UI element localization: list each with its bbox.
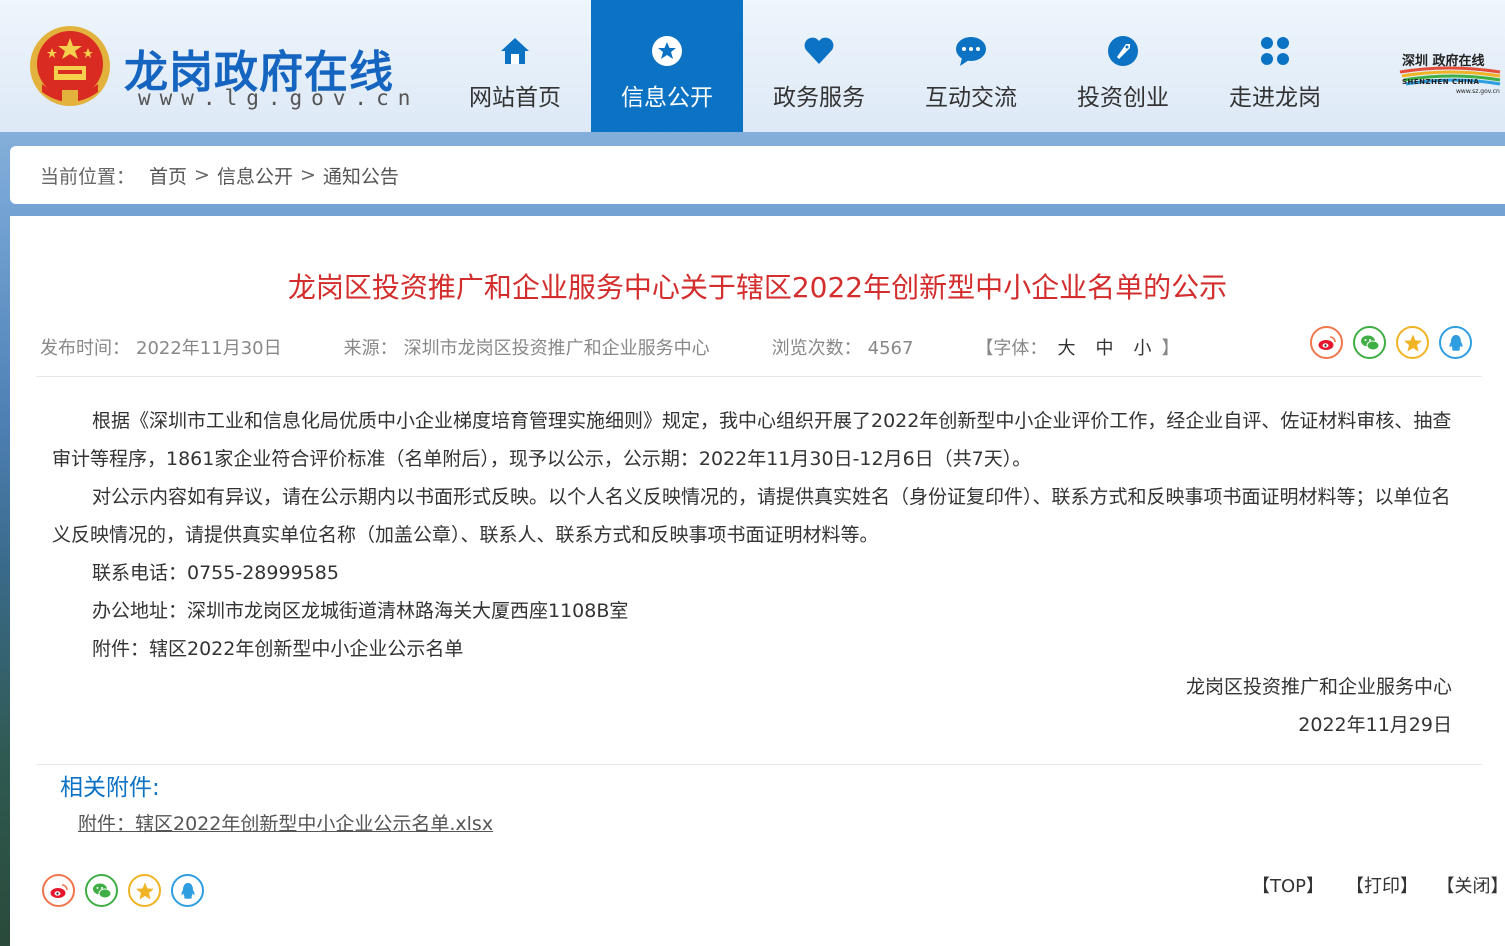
share-qq-button[interactable]	[171, 874, 204, 907]
signature-org: 龙岗区投资推广和企业服务中心	[1185, 676, 1452, 698]
rocket-icon	[1108, 36, 1138, 66]
star-icon	[135, 882, 154, 899]
main-nav: 网站首页 信息公开 政务服务 互动交流 投资创业 走进龙岗	[439, 0, 1351, 132]
breadcrumb: 当前位置： 首页 > 信息公开 > 通知公告	[10, 146, 1505, 204]
nav-item-investment[interactable]: 投资创业	[1047, 0, 1199, 132]
font-size-bracket: 】	[1161, 338, 1180, 359]
close-link[interactable]: 【关闭】	[1437, 872, 1505, 898]
nav-item-home[interactable]: 网站首页	[439, 0, 591, 132]
share-qq-button[interactable]	[1439, 326, 1472, 359]
nav-item-label: 互动交流	[925, 85, 1017, 111]
font-size-large[interactable]: 大	[1057, 338, 1075, 359]
shenzhen-logo-url: www.sz.gov.cn	[1456, 88, 1500, 95]
view-count-label: 浏览次数：	[771, 338, 862, 359]
view-count-value: 4567	[867, 338, 914, 359]
back-to-top-link[interactable]: 【TOP】	[1252, 872, 1324, 898]
attachment-note: 附件：辖区2022年创新型中小企业公示名单	[92, 638, 464, 660]
star-icon	[1403, 334, 1422, 351]
article-paragraph: 根据《深圳市工业和信息化局优质中小企业梯度培育管理实施细则》规定，我中心组织开展…	[52, 410, 1452, 470]
breadcrumb-prefix: 当前位置：	[40, 165, 136, 188]
attachments-heading: 相关附件:	[60, 775, 160, 801]
office-address: 办公地址：深圳市龙岗区龙城街道清林路海关大厦西座1108B室	[92, 600, 629, 622]
wechat-icon	[1360, 335, 1379, 350]
meta-divider	[36, 376, 1482, 377]
breadcrumb-link-notice[interactable]: 通知公告	[323, 162, 399, 189]
breadcrumb-separator: >	[194, 164, 210, 186]
content-divider	[36, 764, 1482, 765]
site-header: 龙岗政府在线 www.lg.gov.cn 网站首页 信息公开 政务服务 互动交流…	[0, 0, 1505, 132]
font-size-label: 【字体：	[975, 338, 1048, 359]
nav-item-about-longgang[interactable]: 走进龙岗	[1199, 0, 1351, 132]
contact-phone: 联系电话：0755-28999585	[92, 562, 339, 584]
shenzhen-logo-text: 深圳 政府在线	[1402, 54, 1485, 69]
grid-icon	[1261, 37, 1289, 65]
favorite-button[interactable]	[128, 874, 161, 907]
article-content: 根据《深圳市工业和信息化局优质中小企业梯度培育管理实施细则》规定，我中心组织开展…	[52, 402, 1452, 744]
share-weibo-button[interactable]	[1310, 326, 1343, 359]
nav-item-gov-service[interactable]: 政务服务	[743, 0, 895, 132]
font-size-medium[interactable]: 中	[1095, 338, 1113, 359]
weibo-icon	[50, 883, 68, 898]
qq-icon	[180, 882, 195, 899]
source-label: 来源：	[343, 338, 398, 359]
article-paragraph: 对公示内容如有异议，请在公示期内以书面形式反映。以个人名义反映情况的，请提供真实…	[52, 486, 1451, 546]
wechat-icon	[92, 883, 111, 898]
page-actions: 【TOP】 【打印】 【关闭】	[1230, 872, 1505, 898]
article-title: 龙岗区投资推广和企业服务中心关于辖区2022年创新型中小企业名单的公示	[287, 271, 1228, 304]
nav-item-label: 信息公开	[621, 85, 713, 111]
nav-item-label: 网站首页	[469, 85, 561, 111]
info-icon	[652, 36, 682, 66]
share-weibo-button[interactable]	[42, 874, 75, 907]
publish-time-value: 2022年11月30日	[136, 338, 282, 359]
nav-item-info-disclosure[interactable]: 信息公开	[591, 0, 743, 132]
print-link[interactable]: 【打印】	[1346, 872, 1418, 898]
font-size-small[interactable]: 小	[1133, 338, 1151, 359]
nav-item-label: 走进龙岗	[1229, 85, 1321, 111]
shenzhen-logo-subtext: SHENZHEN CHINA	[1402, 78, 1480, 86]
source-value: 深圳市龙岗区投资推广和企业服务中心	[403, 338, 710, 359]
signature-date: 2022年11月29日	[1298, 714, 1452, 736]
breadcrumb-link-info[interactable]: 信息公开	[217, 162, 293, 189]
heart-icon	[804, 37, 834, 64]
publish-time: 发布时间： 2022年11月30日	[40, 334, 282, 360]
share-bar-bottom	[42, 874, 204, 907]
article-meta: 发布时间： 2022年11月30日 来源： 深圳市龙岗区投资推广和企业服务中心 浏览…	[40, 334, 1179, 360]
nav-item-label: 投资创业	[1077, 85, 1169, 111]
nav-item-interaction[interactable]: 互动交流	[895, 0, 1047, 132]
article-panel: 龙岗区投资推广和企业服务中心关于辖区2022年创新型中小企业名单的公示 发布时间…	[10, 216, 1505, 946]
chat-icon	[956, 37, 986, 66]
national-emblem-icon[interactable]	[28, 24, 112, 108]
qq-icon	[1448, 334, 1463, 351]
share-wechat-button[interactable]	[85, 874, 118, 907]
breadcrumb-separator: >	[299, 164, 316, 186]
share-wechat-button[interactable]	[1353, 326, 1386, 359]
attachment-link-xlsx[interactable]: 附件：辖区2022年创新型中小企业公示名单.xlsx	[78, 809, 493, 836]
font-size-selector: 【字体： 大中小】	[975, 334, 1179, 360]
home-icon	[501, 38, 529, 64]
favorite-button[interactable]	[1396, 326, 1429, 359]
source: 来源： 深圳市龙岗区投资推广和企业服务中心	[344, 334, 710, 360]
publish-time-label: 发布时间：	[40, 338, 130, 359]
breadcrumb-link-home[interactable]: 首页	[149, 162, 187, 189]
weibo-icon	[1318, 335, 1336, 350]
site-url: www.lg.gov.cn	[138, 86, 420, 110]
share-bar-top	[1310, 326, 1472, 359]
view-count: 浏览次数： 4567	[772, 334, 914, 360]
nav-item-label: 政务服务	[773, 85, 865, 111]
